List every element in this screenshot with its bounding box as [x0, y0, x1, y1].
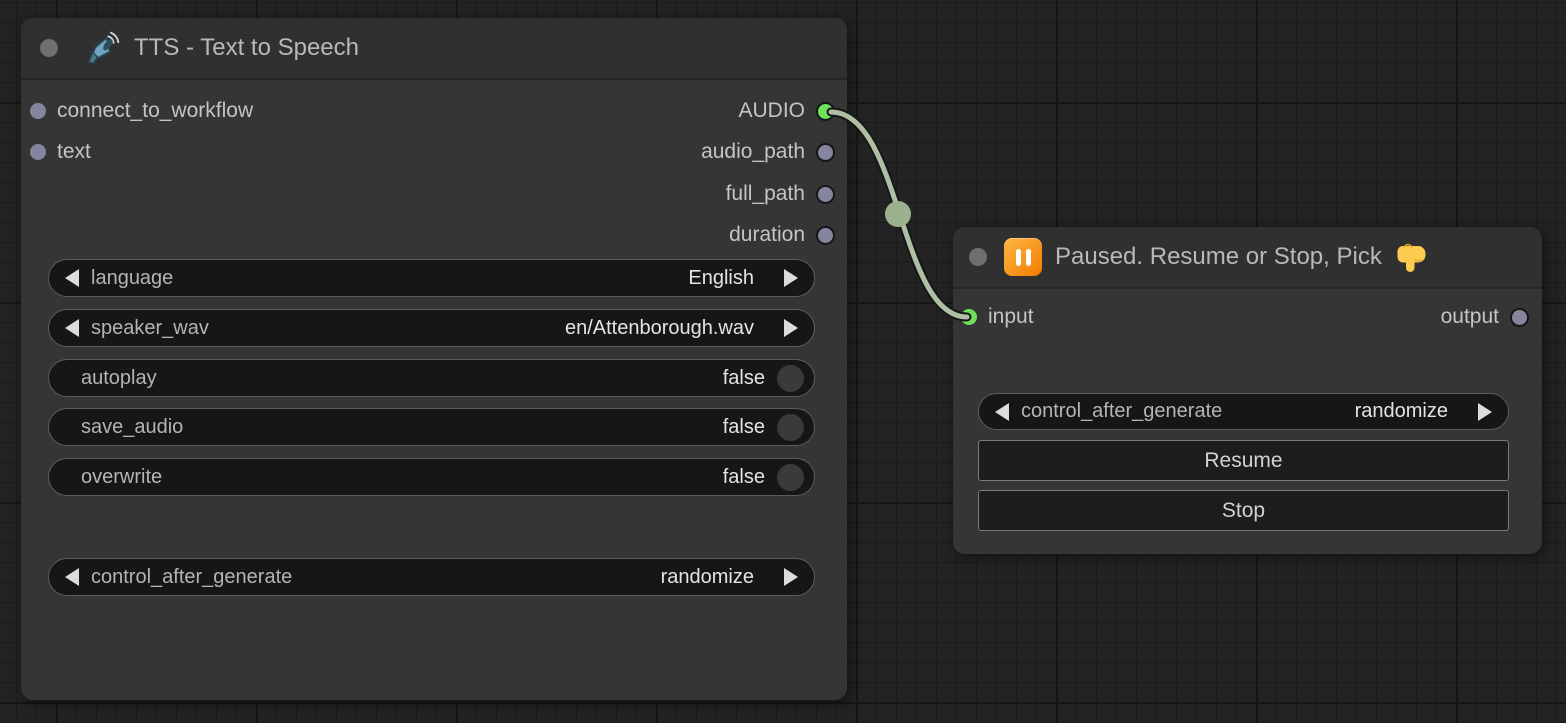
combo-prev-arrow-icon[interactable] [995, 403, 1009, 421]
stop-button[interactable]: Stop [978, 490, 1509, 531]
collapse-toggle[interactable] [969, 248, 987, 266]
toggle-value: false [723, 416, 765, 439]
combo-prev-arrow-icon[interactable] [65, 568, 79, 586]
node-tts-title-bar[interactable]: TTS - Text to Speech [21, 18, 847, 80]
toggle-value: false [723, 367, 765, 390]
output-slot-duration[interactable]: duration [729, 222, 835, 248]
combo-next-arrow-icon[interactable] [1478, 403, 1492, 421]
input-dot[interactable] [30, 103, 46, 119]
output-dot[interactable] [1510, 308, 1529, 327]
toggle-value: false [723, 466, 765, 489]
pause-bar [1016, 249, 1021, 266]
loudspeaker-icon [80, 27, 122, 69]
node-paused-title-bar[interactable]: Paused. Resume or Stop, Pick [953, 227, 1542, 289]
resume-button[interactable]: Resume [978, 440, 1509, 481]
toggle-knob[interactable] [777, 464, 804, 491]
collapse-toggle[interactable] [40, 39, 58, 57]
combo-next-arrow-icon[interactable] [784, 568, 798, 586]
toggle-label: autoplay [81, 367, 157, 390]
input-slot-label: connect_to_workflow [57, 99, 253, 123]
output-dot[interactable] [816, 185, 835, 204]
input-slot-label: text [57, 140, 91, 164]
combo-value: English [688, 267, 754, 290]
combo-value: randomize [1355, 400, 1448, 423]
toggle-autoplay[interactable]: autoplay false [48, 359, 815, 397]
link-midpoint-dot[interactable] [885, 201, 911, 227]
node-graph-canvas[interactable]: TTS - Text to Speech connect_to_workflow… [0, 0, 1566, 723]
pointing-down-icon [1392, 237, 1432, 277]
toggle-knob[interactable] [777, 414, 804, 441]
output-slot-label: full_path [726, 182, 805, 206]
input-slot-connect-to-workflow[interactable]: connect_to_workflow [30, 98, 253, 124]
combo-language[interactable]: language English [48, 259, 815, 297]
input-slot-text[interactable]: text [30, 139, 91, 165]
output-slot-audio-path[interactable]: audio_path [701, 139, 835, 165]
output-slot-label: AUDIO [738, 99, 805, 123]
input-slot-label: input [988, 305, 1034, 329]
output-slot-audio[interactable]: AUDIO [738, 98, 835, 124]
output-slot-label: duration [729, 223, 805, 247]
output-dot[interactable] [816, 143, 835, 162]
combo-speaker-wav[interactable]: speaker_wav en/Attenborough.wav [48, 309, 815, 347]
combo-next-arrow-icon[interactable] [784, 319, 798, 337]
output-slot-label: audio_path [701, 140, 805, 164]
combo-label: control_after_generate [1021, 400, 1222, 423]
output-slot-label: output [1441, 305, 1499, 329]
input-slot-input[interactable]: input [961, 304, 1034, 330]
output-dot[interactable] [816, 226, 835, 245]
combo-prev-arrow-icon[interactable] [65, 319, 79, 337]
node-tts-title: TTS - Text to Speech [134, 34, 359, 62]
node-paused-title: Paused. Resume or Stop, Pick [1055, 243, 1382, 271]
pause-bar [1026, 249, 1031, 266]
combo-label: speaker_wav [91, 317, 209, 340]
output-slot-full-path[interactable]: full_path [726, 181, 835, 207]
combo-label: language [91, 267, 173, 290]
combo-label: control_after_generate [91, 566, 292, 589]
combo-prev-arrow-icon[interactable] [65, 269, 79, 287]
combo-value: randomize [661, 566, 754, 589]
output-slot-output[interactable]: output [1441, 304, 1529, 330]
toggle-label: save_audio [81, 416, 183, 439]
combo-value: en/Attenborough.wav [565, 317, 754, 340]
combo-control-after-generate[interactable]: control_after_generate randomize [48, 558, 815, 596]
toggle-save-audio[interactable]: save_audio false [48, 408, 815, 446]
toggle-knob[interactable] [777, 365, 804, 392]
node-paused[interactable]: Paused. Resume or Stop, Pick input outpu… [953, 227, 1542, 554]
toggle-label: overwrite [81, 466, 162, 489]
combo-next-arrow-icon[interactable] [784, 269, 798, 287]
input-dot[interactable] [30, 144, 46, 160]
toggle-overwrite[interactable]: overwrite false [48, 458, 815, 496]
combo-control-after-generate[interactable]: control_after_generate randomize [978, 393, 1509, 430]
node-tts[interactable]: TTS - Text to Speech connect_to_workflow… [21, 18, 847, 700]
pause-icon [1004, 238, 1042, 276]
